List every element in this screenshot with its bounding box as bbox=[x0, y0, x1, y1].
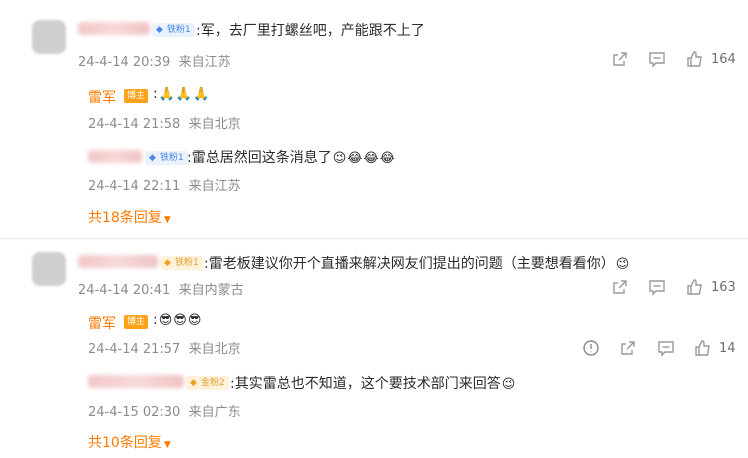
comment-text: :雷老板建议你开个直播来解决网友们提出的问题（主要想看看你）😉 bbox=[204, 256, 630, 272]
comment-icon[interactable] bbox=[657, 339, 675, 357]
share-icon[interactable] bbox=[611, 50, 629, 68]
share-icon[interactable] bbox=[619, 339, 637, 357]
fan-badge: 铁粉1 bbox=[160, 256, 203, 270]
comment-date: 24-4-14 20:39 来自江苏 bbox=[78, 55, 231, 70]
comment-text: :军，去厂里打螺丝吧，产能跟不上了 bbox=[196, 23, 425, 39]
comment-icon[interactable] bbox=[648, 278, 666, 296]
report-icon[interactable] bbox=[582, 339, 600, 357]
share-icon[interactable] bbox=[611, 278, 629, 296]
comment-date: 24-4-14 20:41 来自内蒙古 bbox=[78, 283, 244, 298]
wink-emoji: 😉 bbox=[615, 257, 630, 272]
reply-text: :😎😎😎 bbox=[153, 312, 202, 328]
pray-emoji: 🙏 bbox=[175, 87, 193, 102]
reply-text: :雷总居然回这条消息了😉😂😂😂 bbox=[187, 150, 395, 166]
reply-date: 24-4-14 21:57 来自北京 bbox=[88, 342, 241, 357]
laugh-emoji: 😂 bbox=[347, 151, 363, 166]
blogger-badge: 博主 bbox=[124, 315, 149, 329]
caret-down-icon: ▼ bbox=[163, 440, 171, 450]
like-count: 163 bbox=[711, 280, 736, 295]
thumbs-up-icon[interactable] bbox=[686, 50, 704, 68]
laugh-emoji: 😂 bbox=[363, 151, 379, 166]
commenter-name[interactable] bbox=[78, 22, 150, 35]
reply-text: :🙏🙏🙏 bbox=[153, 86, 210, 102]
thread-divider bbox=[0, 238, 748, 239]
like-count: 164 bbox=[711, 52, 736, 67]
more-replies-link[interactable]: 共18条回复 ▼ bbox=[88, 207, 171, 227]
sunglasses-emoji: 😎 bbox=[158, 313, 173, 328]
sunglasses-emoji: 😎 bbox=[173, 313, 187, 328]
fan-badge: 铁粉1 bbox=[152, 23, 195, 37]
comment-icon[interactable] bbox=[648, 50, 666, 68]
wink-emoji: 😉 bbox=[332, 151, 347, 166]
pray-emoji: 🙏 bbox=[158, 87, 175, 102]
reply-author[interactable] bbox=[88, 150, 142, 163]
wink-emoji: 😉 bbox=[501, 377, 516, 392]
avatar[interactable] bbox=[32, 20, 66, 54]
reply-date: 24-4-14 22:11 来自江苏 bbox=[88, 179, 241, 194]
fan-badge: 铁粉1 bbox=[145, 151, 188, 165]
reply-author[interactable]: 雷军 bbox=[88, 313, 116, 333]
thumbs-up-icon[interactable] bbox=[686, 278, 704, 296]
more-replies-link[interactable]: 共10条回复 ▼ bbox=[88, 432, 171, 452]
laugh-emoji: 😂 bbox=[379, 151, 395, 166]
reply-date: 24-4-15 02:30 来自广东 bbox=[88, 405, 241, 420]
commenter-name[interactable] bbox=[78, 255, 158, 268]
like-count: 14 bbox=[719, 341, 736, 356]
caret-down-icon: ▼ bbox=[163, 215, 171, 225]
reply-author[interactable]: 雷军 bbox=[88, 87, 116, 107]
blogger-badge: 博主 bbox=[124, 89, 149, 103]
reply-text: :其实雷总也不知道，这个要技术部门来回答😉 bbox=[230, 376, 516, 392]
pray-emoji: 🙏 bbox=[193, 87, 210, 102]
thumbs-up-icon[interactable] bbox=[694, 339, 712, 357]
fan-badge: 金粉2 bbox=[186, 376, 229, 390]
reply-author[interactable] bbox=[88, 375, 184, 388]
sunglasses-emoji: 😎 bbox=[187, 313, 202, 328]
reply-date: 24-4-14 21:58 来自北京 bbox=[88, 117, 241, 132]
avatar[interactable] bbox=[32, 252, 66, 286]
